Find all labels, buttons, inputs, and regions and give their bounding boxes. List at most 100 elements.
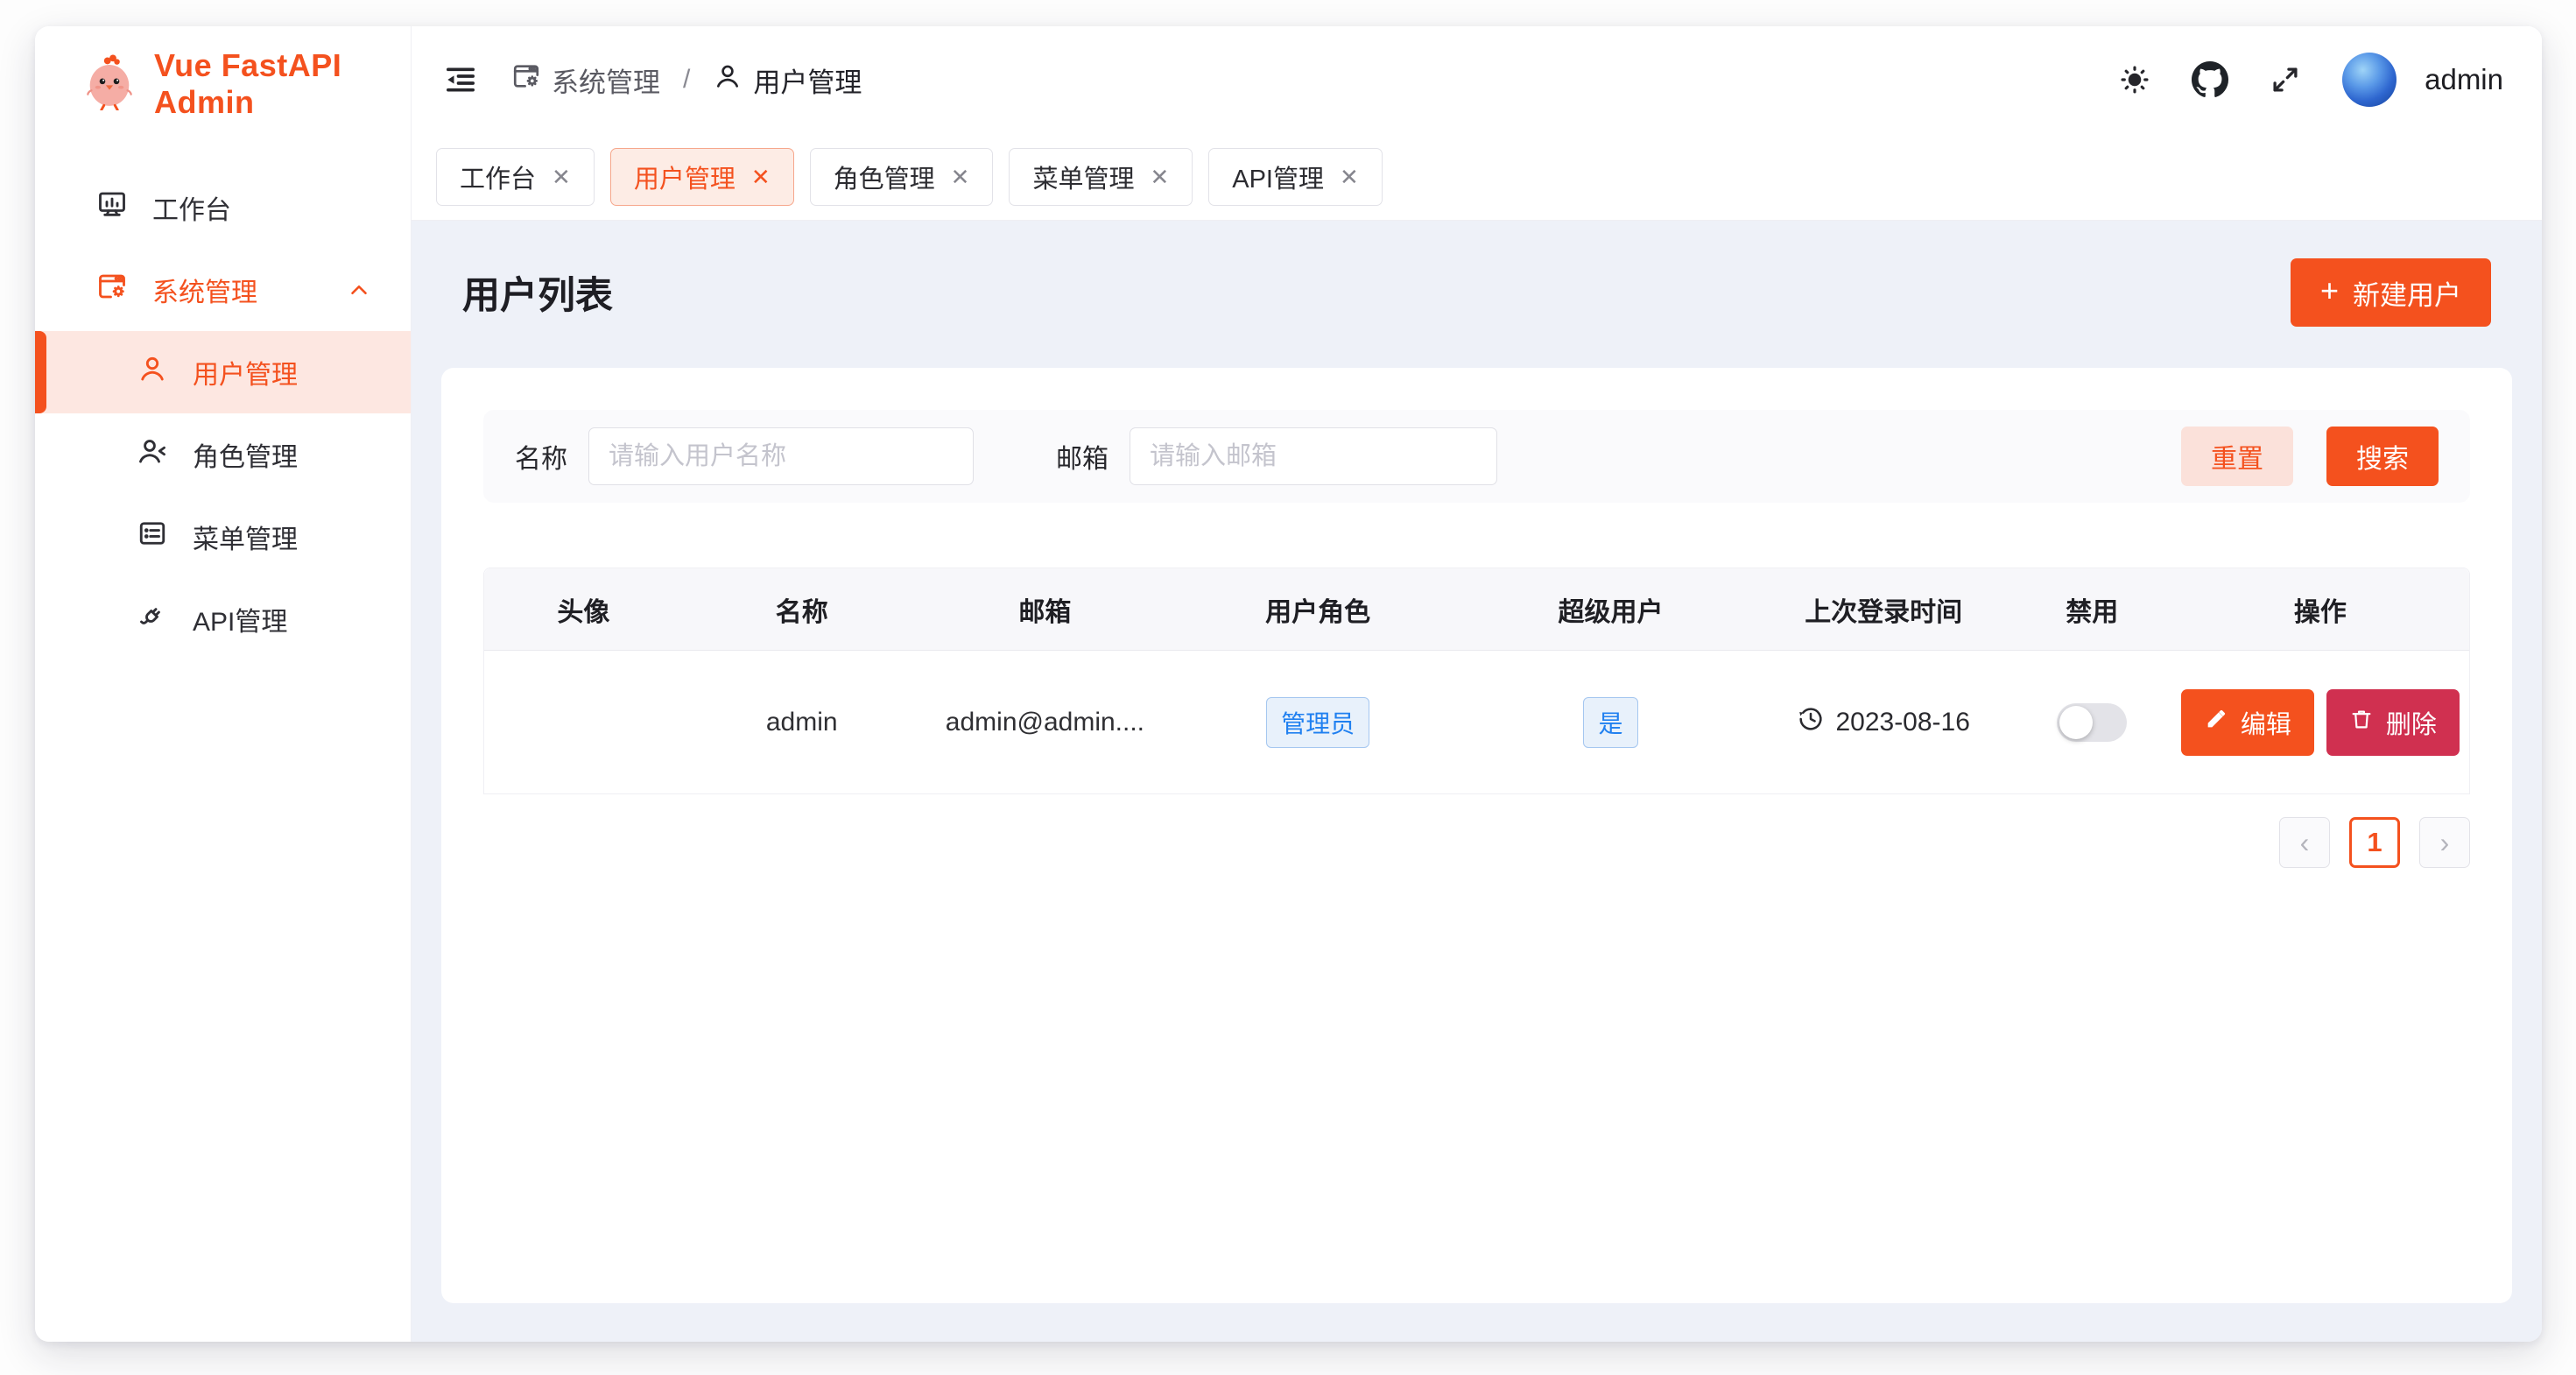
reset-button[interactable]: 重置	[2181, 427, 2293, 486]
user-role-icon	[137, 435, 168, 474]
pencil-icon	[2204, 707, 2228, 738]
github-icon[interactable]	[2192, 61, 2228, 98]
active-indicator-bar	[35, 331, 46, 413]
tab-role-management[interactable]: 角色管理 ✕	[810, 148, 994, 206]
theme-sun-icon[interactable]	[2118, 63, 2151, 96]
actions-cell: 编辑 删除	[2171, 689, 2469, 756]
last-login-cell: 2023-08-16	[1755, 705, 2013, 740]
tab-label: 工作台	[460, 159, 536, 195]
sidebar-item-label: API管理	[193, 600, 287, 638]
column-header-role: 用户角色	[1169, 590, 1467, 629]
chevron-right-icon: ›	[2440, 827, 2450, 859]
sidebar: Vue FastAPI Admin 工作台	[35, 26, 412, 1342]
breadcrumb-item-system[interactable]: 系统管理	[511, 60, 660, 100]
search-button[interactable]: 搜索	[2326, 427, 2439, 486]
superuser-cell: 是	[1467, 697, 1755, 748]
trash-icon	[2349, 707, 2374, 738]
edit-label: 编辑	[2241, 704, 2291, 741]
breadcrumb-separator: /	[678, 65, 695, 95]
monitor-icon	[96, 188, 128, 227]
breadcrumb-label: 用户管理	[753, 60, 862, 100]
menu-list-icon	[137, 518, 168, 556]
disabled-cell	[2013, 703, 2171, 742]
fullscreen-icon[interactable]	[2269, 63, 2302, 96]
sidebar-item-label: 角色管理	[193, 435, 298, 474]
close-icon[interactable]: ✕	[751, 166, 771, 188]
disable-toggle[interactable]	[2057, 703, 2127, 742]
tab-user-management[interactable]: 用户管理 ✕	[610, 148, 794, 206]
sidebar-item-user-management[interactable]: 用户管理	[35, 331, 411, 413]
user-avatar[interactable]	[2342, 53, 2397, 107]
tab-bar: 工作台 ✕ 用户管理 ✕ 角色管理 ✕ 菜单管理 ✕ API管理 ✕	[412, 133, 2542, 221]
tab-label: API管理	[1232, 159, 1324, 195]
name-filter-label: 名称	[515, 437, 567, 476]
column-header-avatar: 头像	[484, 590, 683, 629]
page-title-row: 用户列表 + 新建用户	[441, 257, 2512, 328]
pagination-prev-button[interactable]: ‹	[2279, 817, 2330, 868]
users-table: 头像 名称 邮箱 用户角色 超级用户 上次登录时间 禁用 操作 admin	[483, 568, 2470, 794]
sidebar-item-api-management[interactable]: API管理	[35, 578, 411, 660]
close-icon[interactable]: ✕	[1340, 166, 1359, 188]
pagination-page-1[interactable]: 1	[2349, 817, 2400, 868]
sidebar-item-label: 工作台	[152, 188, 231, 227]
role-tag: 管理员	[1266, 697, 1369, 748]
tab-label: 用户管理	[634, 159, 735, 195]
sidebar-item-system-management[interactable]: 系统管理	[35, 249, 411, 331]
sidebar-item-workbench[interactable]: 工作台	[35, 166, 411, 249]
tab-label: 菜单管理	[1032, 159, 1134, 195]
user-icon	[713, 61, 743, 98]
create-user-label: 新建用户	[2353, 273, 2461, 313]
window-gear-icon	[96, 271, 128, 309]
name-cell: admin	[683, 708, 921, 737]
sidebar-item-menu-management[interactable]: 菜单管理	[35, 496, 411, 578]
column-header-name: 名称	[683, 590, 921, 629]
app-title: Vue FastAPI Admin	[154, 47, 411, 121]
user-list-card: 名称 邮箱 重置 搜索 头像 名称 邮箱 用	[441, 368, 2512, 1303]
delete-label: 删除	[2386, 704, 2437, 741]
tab-workbench[interactable]: 工作台 ✕	[436, 148, 595, 206]
column-header-actions: 操作	[2171, 590, 2469, 629]
breadcrumb: 系统管理 / 用户管理	[511, 60, 862, 100]
plus-icon: +	[2320, 272, 2339, 309]
role-cell: 管理员	[1169, 697, 1467, 748]
chevron-up-icon	[346, 277, 372, 303]
email-filter-input[interactable]	[1130, 427, 1497, 485]
history-clock-icon	[1797, 705, 1825, 740]
superuser-tag: 是	[1583, 697, 1637, 748]
sidebar-item-label: 系统管理	[152, 271, 257, 309]
tab-menu-management[interactable]: 菜单管理 ✕	[1009, 148, 1193, 206]
chevron-left-icon: ‹	[2300, 827, 2310, 859]
column-header-disabled: 禁用	[2013, 590, 2171, 629]
sidebar-item-label: 用户管理	[193, 353, 298, 391]
close-icon[interactable]: ✕	[552, 166, 571, 188]
page-content: 用户列表 + 新建用户 名称 邮箱 重置 搜索	[412, 221, 2542, 1342]
app-logo[interactable]: Vue FastAPI Admin	[35, 26, 411, 142]
name-filter-input[interactable]	[588, 427, 974, 485]
collapse-sidebar-icon[interactable]	[443, 62, 478, 97]
app-window: Vue FastAPI Admin 工作台	[35, 26, 2542, 1342]
toggle-knob	[2059, 706, 2093, 739]
page-background: Vue FastAPI Admin 工作台	[0, 0, 2576, 1375]
filter-bar: 名称 邮箱 重置 搜索	[483, 410, 2470, 503]
edit-button[interactable]: 编辑	[2181, 689, 2314, 756]
sidebar-item-label: 菜单管理	[193, 518, 298, 556]
breadcrumb-item-users[interactable]: 用户管理	[713, 60, 862, 100]
column-header-last-login: 上次登录时间	[1755, 590, 2013, 629]
table-header-row: 头像 名称 邮箱 用户角色 超级用户 上次登录时间 禁用 操作	[484, 568, 2469, 651]
sidebar-item-role-management[interactable]: 角色管理	[35, 413, 411, 496]
create-user-button[interactable]: + 新建用户	[2291, 258, 2491, 327]
close-icon[interactable]: ✕	[951, 166, 970, 188]
email-cell: admin@admin....	[921, 708, 1169, 737]
table-row: admin admin@admin.... 管理员 是	[484, 651, 2469, 794]
close-icon[interactable]: ✕	[1150, 166, 1169, 188]
top-header: 系统管理 / 用户管理	[412, 26, 2542, 133]
header-username[interactable]: admin	[2425, 63, 2503, 96]
sidebar-menu: 工作台 系统管理	[35, 142, 411, 660]
last-login-date: 2023-08-16	[1835, 708, 1969, 737]
pagination-next-button[interactable]: ›	[2419, 817, 2470, 868]
page-number: 1	[2367, 827, 2382, 858]
tab-api-management[interactable]: API管理 ✕	[1208, 148, 1383, 206]
page-title: 用户列表	[462, 265, 613, 320]
email-filter-label: 邮箱	[1056, 437, 1109, 476]
delete-button[interactable]: 删除	[2326, 689, 2460, 756]
